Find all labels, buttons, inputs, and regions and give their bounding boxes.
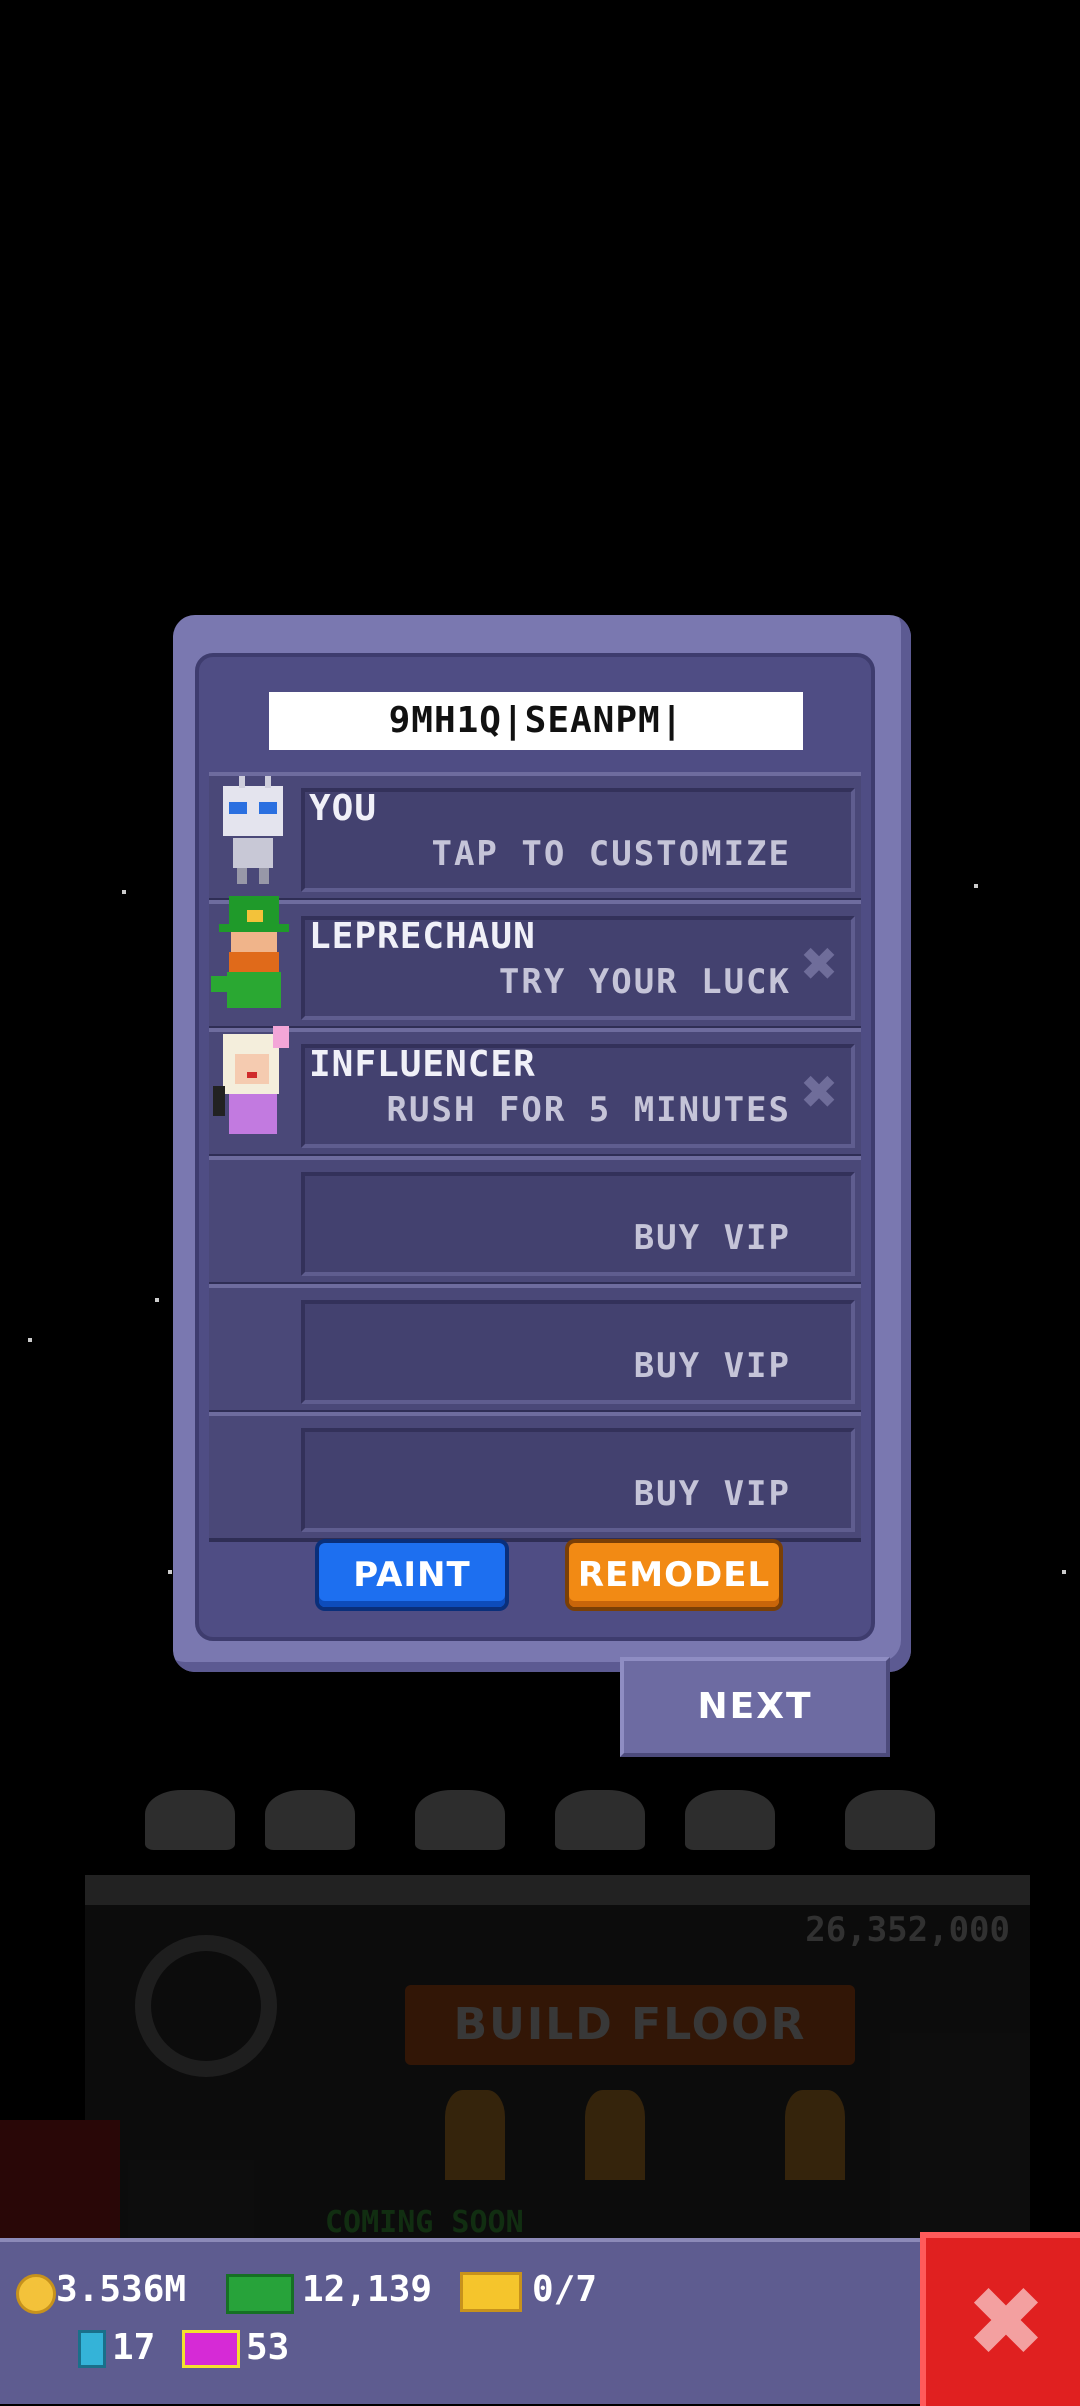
floor-cost: 26,352,000 [805,1910,1010,1950]
worker-sprite [785,2090,845,2180]
slot-you[interactable]: YOU TAP TO CUSTOMIZE [209,772,861,902]
close-x-icon[interactable]: ✖ [920,2232,1080,2406]
animal-sprite [415,1790,505,1850]
star [122,890,126,894]
slot-title: YOU [309,788,378,829]
status-bar: 3.536M 12,139 0/7 17 53 [0,2238,1080,2404]
animal-sprite [555,1790,645,1850]
build-floor-button: BUILD FLOOR [405,1985,855,2065]
tower-bux-icon [78,2330,106,2368]
slot-title: INFLUENCER [309,1044,536,1085]
coins-value: 3.536M [56,2269,187,2310]
coming-soon-label: COMING SOON [325,2205,524,2240]
slot-subtitle: BUY VIP [633,1474,791,1514]
star [155,1298,159,1302]
leprechaun-avatar-icon [209,896,299,1018]
tower-name-input[interactable]: 9MH1Q|SEANPM| [269,692,803,750]
slot-subtitle: BUY VIP [633,1346,791,1386]
slot-subtitle: RUSH FOR 5 MINUTES [386,1090,791,1130]
coin-icon [16,2274,56,2314]
animal-sprite [845,1790,935,1850]
slot-buy-vip[interactable]: BUY VIP [209,1412,861,1542]
star [974,884,978,888]
elevator-wheel-icon [135,1935,277,2077]
worker-sprite [445,2090,505,2180]
star [1062,1570,1066,1574]
remove-slot-x-icon[interactable]: ✖ [799,941,839,987]
floor-roof [85,1875,1030,1905]
slot-leprechaun[interactable]: LEPRECHAUN TRY YOUR LUCK ✖ [209,896,861,1030]
next-button[interactable]: NEXT [620,1657,890,1757]
influencer-avatar-icon [209,1024,299,1146]
animal-sprite [145,1790,235,1850]
tower-bux-value: 17 [112,2327,156,2368]
animal-sprite [265,1790,355,1850]
dialog-panel: 9MH1Q|SEANPM| YOU TAP TO CUSTOMIZE LEPRE… [195,653,875,1641]
slot-influencer[interactable]: INFLUENCER RUSH FOR 5 MINUTES ✖ [209,1026,861,1158]
star [28,1338,32,1342]
slot-subtitle: TAP TO CUSTOMIZE [431,834,791,874]
remove-slot-x-icon[interactable]: ✖ [799,1069,839,1115]
lobby-customize-dialog: 9MH1Q|SEANPM| YOU TAP TO CUSTOMIZE LEPRE… [173,615,911,1672]
animal-sprite [685,1790,775,1850]
slot-buy-vip[interactable]: BUY VIP [209,1156,861,1286]
slot-subtitle: BUY VIP [633,1218,791,1258]
slot-subtitle: TRY YOUR LUCK [498,962,791,1002]
paint-button[interactable]: PAINT [319,1543,505,1607]
remodel-button[interactable]: REMODEL [569,1543,779,1607]
bux-value: 12,139 [302,2269,433,2310]
robot-avatar-icon [209,768,299,890]
star [168,1570,172,1574]
vip-tickets-value: 53 [246,2327,290,2368]
elevator-arrows-icon [0,2120,120,2240]
worker-sprite [585,2090,645,2180]
tickets-value: 0/7 [532,2269,598,2310]
bux-cash-icon [226,2274,294,2314]
ticket-icon [460,2272,522,2312]
vip-ticket-icon [182,2330,240,2368]
slot-title: LEPRECHAUN [309,916,536,957]
slot-buy-vip[interactable]: BUY VIP [209,1284,861,1414]
